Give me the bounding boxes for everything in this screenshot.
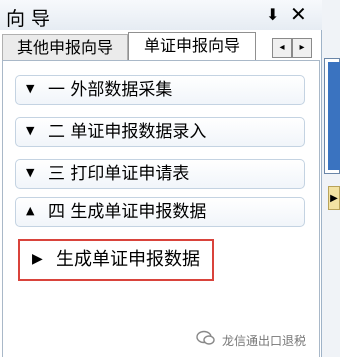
section-external-data-collection[interactable]: ▼ 一 外部数据采集 — [15, 75, 305, 105]
wizard-content: ▼ 一 外部数据采集 ▼ 二 单证申报数据录入 ▼ 三 打印单证申请表 ▲ 四 … — [2, 60, 320, 357]
section-print-application[interactable]: ▼ 三 打印单证申请表 — [15, 159, 305, 189]
tab-strip: 其他申报向导 单证申报向导 ◂ ▸ — [0, 32, 322, 60]
right-side-strip — [322, 0, 340, 357]
item-label: 生成单证申报数据 — [56, 249, 200, 270]
tab-scroll-right-button[interactable]: ▸ — [292, 38, 312, 58]
close-icon[interactable]: ✕ — [290, 2, 307, 26]
right-side-expand-button[interactable]: ▶ — [328, 186, 340, 210]
pin-icon[interactable]: ⬇ — [266, 5, 279, 24]
section-label: 二 单证申报数据录入 — [48, 122, 207, 142]
tab-scroll-left-button[interactable]: ◂ — [272, 38, 292, 58]
section-data-entry[interactable]: ▼ 二 单证申报数据录入 — [15, 117, 305, 147]
chevron-up-icon: ▲ — [26, 204, 35, 217]
tab-other-declaration-wizard[interactable]: 其他申报向导 — [2, 34, 128, 60]
section-generate-declaration-data[interactable]: ▲ 四 生成单证申报数据 — [15, 197, 305, 227]
chevron-down-icon: ▼ — [26, 82, 35, 95]
panel-title: 向 导 — [6, 8, 51, 30]
chevron-down-icon: ▼ — [26, 166, 35, 179]
section-label: 一 外部数据采集 — [48, 80, 173, 100]
wizard-panel: 向 导 ⬇ ✕ 其他申报向导 单证申报向导 ◂ ▸ ▼ 一 外部数据采集 ▼ 二… — [0, 0, 322, 357]
tab-document-declaration-wizard[interactable]: 单证申报向导 — [128, 32, 256, 60]
watermark-text: 龙信通出口退税 — [222, 334, 307, 348]
section-label: 三 打印单证申请表 — [48, 164, 190, 184]
panel-titlebar: 向 导 ⬇ ✕ — [0, 0, 322, 30]
chevron-down-icon: ▼ — [26, 124, 35, 137]
section-label: 四 生成单证申报数据 — [48, 202, 207, 222]
play-arrow-icon: ▶ — [32, 251, 43, 267]
wechat-icon — [196, 330, 215, 345]
generate-declaration-data-item[interactable]: ▶ 生成单证申报数据 — [18, 239, 214, 281]
right-side-blue-bar — [328, 62, 340, 170]
